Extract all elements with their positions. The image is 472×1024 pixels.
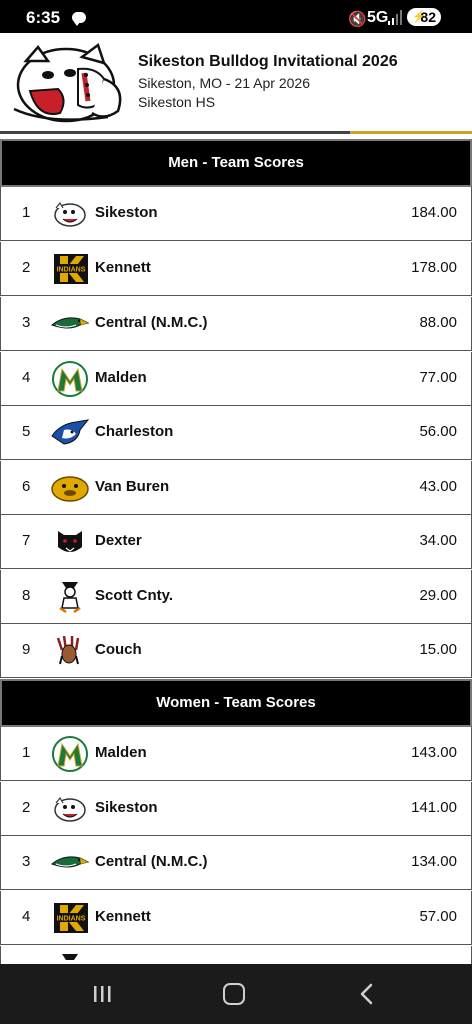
back-icon[interactable]: [356, 982, 378, 1006]
scott-county-rebel-icon: [59, 582, 81, 614]
meet-title: Sikeston Bulldog Invitational 2026: [138, 53, 398, 70]
recent-apps-icon[interactable]: [91, 983, 113, 1005]
rank: 9: [22, 641, 31, 658]
men-row-1[interactable]: 1 Sikeston 184.00: [0, 187, 472, 241]
van-buren-bulldog-icon: [51, 476, 89, 502]
team-score: 15.00: [419, 641, 457, 658]
women-team-scores-header: Women - Team Scores: [0, 679, 472, 727]
team-name: Sikeston: [95, 204, 158, 221]
team-name: Malden: [95, 369, 147, 386]
team-score: 88.00: [419, 314, 457, 331]
meet-location-date: Sikeston, MO - 21 Apr 2026: [138, 75, 310, 91]
team-name: Central (N.M.C.): [95, 314, 208, 331]
team-name: Couch: [95, 641, 142, 658]
system-navigation-bar: [0, 964, 472, 1024]
team-score: 34.00: [419, 532, 457, 549]
women-row-1[interactable]: 1 Malden 143.00: [0, 727, 472, 781]
men-row-7[interactable]: 7 Dexter 34.00: [0, 515, 472, 569]
team-score: 141.00: [411, 799, 457, 816]
rank: 1: [22, 744, 31, 761]
header-divider-accent: [350, 131, 472, 134]
team-score: 43.00: [419, 478, 457, 495]
charleston-bluejay-icon: [51, 419, 90, 445]
rank: 2: [22, 799, 31, 816]
men-row-8[interactable]: 8 Scott Cnty. 29.00: [0, 570, 472, 624]
rank: 3: [22, 314, 31, 331]
malden-m-icon: [52, 736, 88, 772]
team-score: 184.00: [411, 204, 457, 221]
men-row-4[interactable]: 4 Malden 77.00: [0, 352, 472, 406]
men-row-2[interactable]: 2 INDIANS Kennett 178.00: [0, 242, 472, 296]
men-team-scores-header: Men - Team Scores: [0, 139, 472, 187]
rank: 3: [22, 853, 31, 870]
team-score: 178.00: [411, 259, 457, 276]
sikeston-bulldog-icon: [54, 796, 86, 822]
rank: 4: [22, 908, 31, 925]
sikeston-bulldog-icon: [54, 201, 86, 227]
couch-indian-head-icon: [56, 636, 80, 665]
meet-header: Sikeston Bulldog Invitational 2026 Sikes…: [0, 33, 472, 133]
meet-venue: Sikeston HS: [138, 94, 216, 110]
message-notification-icon: [72, 12, 86, 26]
team-name: Central (N.M.C.): [95, 853, 208, 870]
team-name: Kennett: [95, 259, 151, 276]
svg-text:INDIANS: INDIANS: [57, 267, 86, 274]
header-divider: [0, 131, 350, 134]
rank: 4: [22, 369, 31, 386]
team-score: 29.00: [419, 587, 457, 604]
rank: 2: [22, 259, 31, 276]
kennett-k-icon: INDIANS: [54, 903, 88, 933]
signal-icon: [388, 10, 402, 25]
sikeston-bulldog-logo: [13, 42, 122, 123]
kennett-k-icon: INDIANS: [54, 254, 88, 284]
malden-m-icon: [52, 361, 88, 397]
team-score: 56.00: [419, 423, 457, 440]
team-name: Kennett: [95, 908, 151, 925]
men-row-9[interactable]: 9 Couch 15.00: [0, 624, 472, 678]
rank: 1: [22, 204, 31, 221]
scott-county-rebel-icon: [62, 954, 78, 960]
central-eagle-icon: [50, 317, 90, 329]
team-name: Sikeston: [95, 799, 158, 816]
men-row-3[interactable]: 3 Central (N.M.C.) 88.00: [0, 297, 472, 351]
status-bar: 6:35 🔇 5G ⚡ 82: [0, 0, 472, 33]
team-score: 77.00: [419, 369, 457, 386]
men-row-6[interactable]: 6 Van Buren 43.00: [0, 461, 472, 515]
network-type: 5G: [367, 9, 389, 26]
home-icon[interactable]: [223, 983, 245, 1005]
charging-icon: ⚡: [412, 11, 426, 23]
dexter-panther-icon: [58, 531, 82, 552]
team-name: Charleston: [95, 423, 174, 440]
women-row-5-partial[interactable]: [0, 946, 472, 964]
mute-icon: 🔇: [348, 11, 367, 28]
team-name: Dexter: [95, 532, 142, 549]
central-eagle-icon: [50, 856, 90, 868]
team-score: 134.00: [411, 853, 457, 870]
women-row-4[interactable]: 4 INDIANS Kennett 57.00: [0, 891, 472, 945]
team-name: Malden: [95, 744, 147, 761]
svg-text:INDIANS: INDIANS: [57, 916, 86, 923]
women-row-3[interactable]: 3 Central (N.M.C.) 134.00: [0, 836, 472, 890]
status-time: 6:35: [26, 8, 61, 27]
rank: 8: [22, 587, 31, 604]
team-name: Scott Cnty.: [95, 587, 174, 604]
rank: 5: [22, 423, 31, 440]
men-row-5[interactable]: 5 Charleston 56.00: [0, 406, 472, 460]
rank: 7: [22, 532, 31, 549]
rank: 6: [22, 478, 31, 495]
team-score: 143.00: [411, 744, 457, 761]
team-name: Van Buren: [95, 478, 170, 495]
battery-indicator: ⚡ 82: [407, 8, 441, 26]
women-row-2[interactable]: 2 Sikeston 141.00: [0, 782, 472, 836]
team-score: 57.00: [419, 908, 457, 925]
